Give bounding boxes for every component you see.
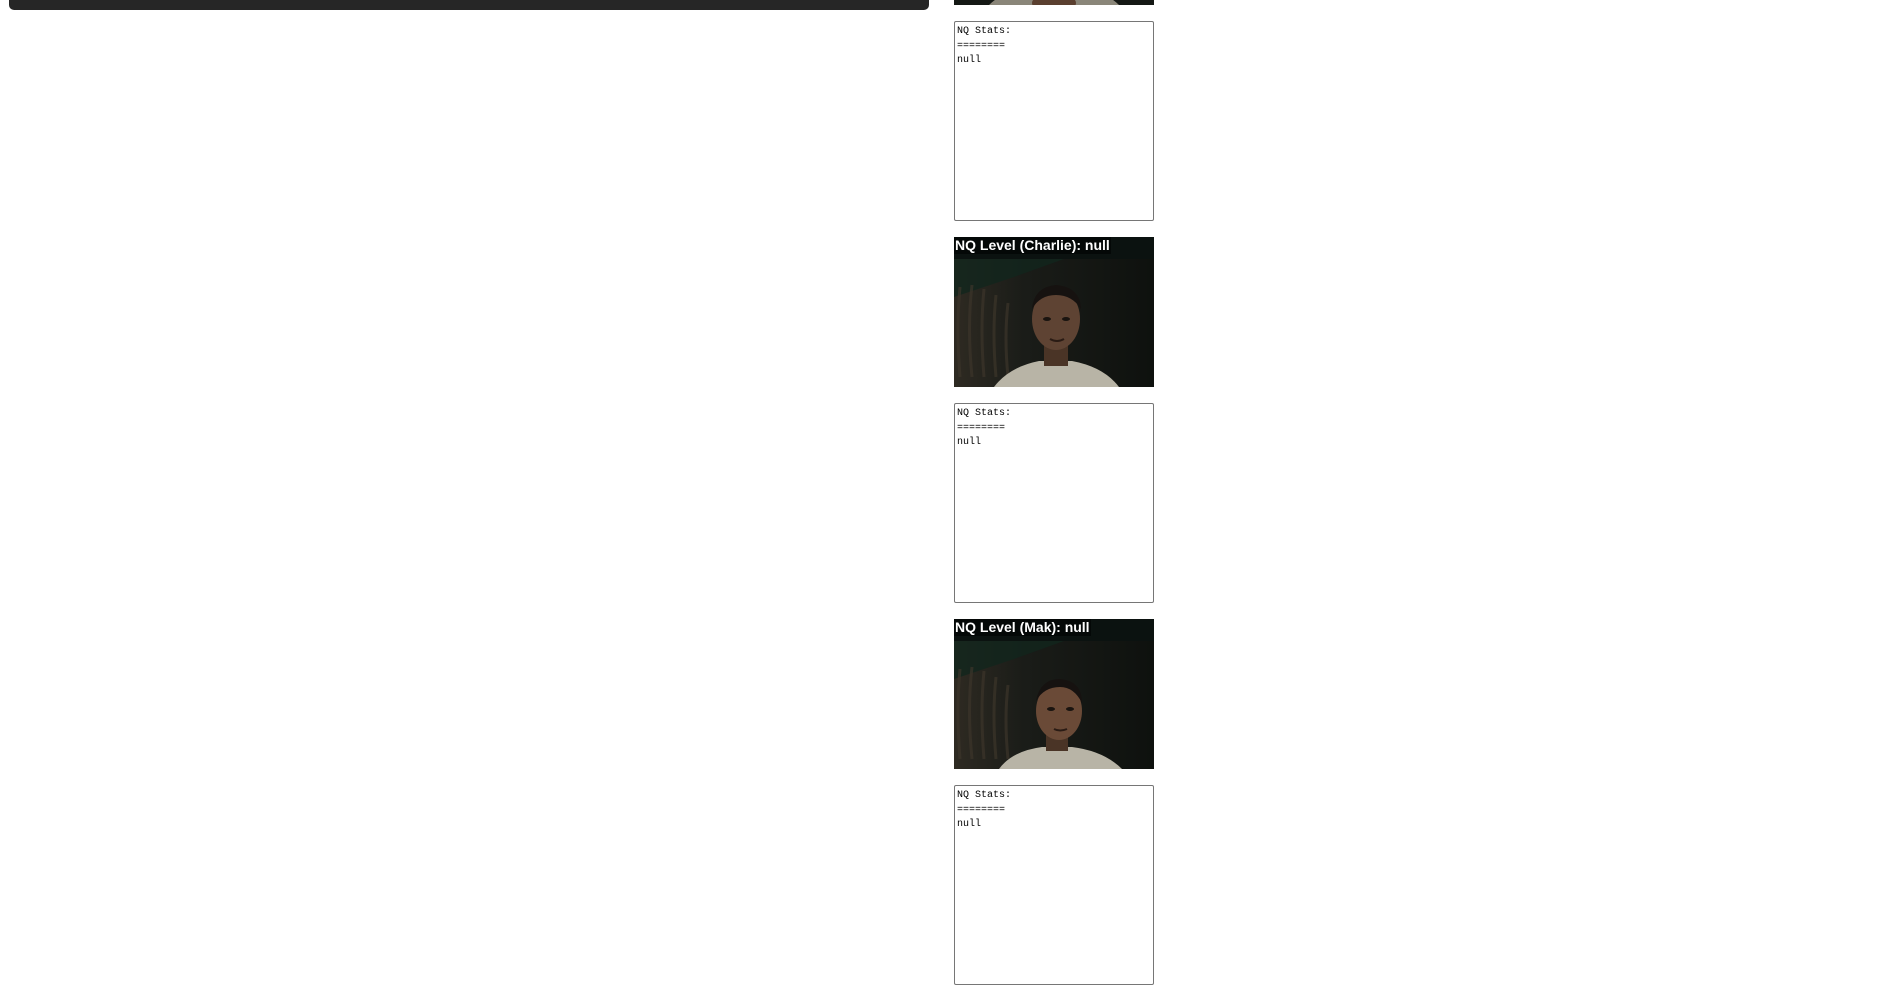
nq-level-label: NQ Level (Mak): null bbox=[954, 619, 1091, 636]
stats-heading: NQ Stats: bbox=[957, 790, 1012, 801]
main-video-area bbox=[9, 0, 929, 10]
stats-heading: NQ Stats: bbox=[957, 26, 1012, 37]
nq-level-label: NQ Level (Charlie): null bbox=[954, 237, 1111, 254]
stats-value: null bbox=[957, 55, 982, 66]
stats-rule: ======== bbox=[957, 40, 1006, 52]
conference-page: NQ Stats: ======== null NQ Level (Charli… bbox=[0, 0, 1883, 991]
video-feed-mak: NQ Level (Mak): null bbox=[954, 619, 1154, 769]
video-feed-participant-1 bbox=[954, 0, 1154, 5]
stats-value: null bbox=[957, 437, 982, 448]
stats-rule: ======== bbox=[957, 422, 1006, 434]
webcam-image bbox=[954, 0, 1154, 5]
stats-heading: NQ Stats: bbox=[957, 408, 1012, 419]
stats-panel-charlie[interactable]: NQ Stats: ======== null bbox=[954, 403, 1154, 603]
stats-rule: ======== bbox=[957, 804, 1006, 816]
stats-value: null bbox=[957, 819, 982, 830]
video-feed-charlie: NQ Level (Charlie): null bbox=[954, 237, 1154, 387]
stats-panel-participant-1[interactable]: NQ Stats: ======== null bbox=[954, 21, 1154, 221]
stats-panel-mak[interactable]: NQ Stats: ======== null bbox=[954, 785, 1154, 985]
webcam-image bbox=[954, 619, 1154, 769]
webcam-image bbox=[954, 237, 1154, 387]
